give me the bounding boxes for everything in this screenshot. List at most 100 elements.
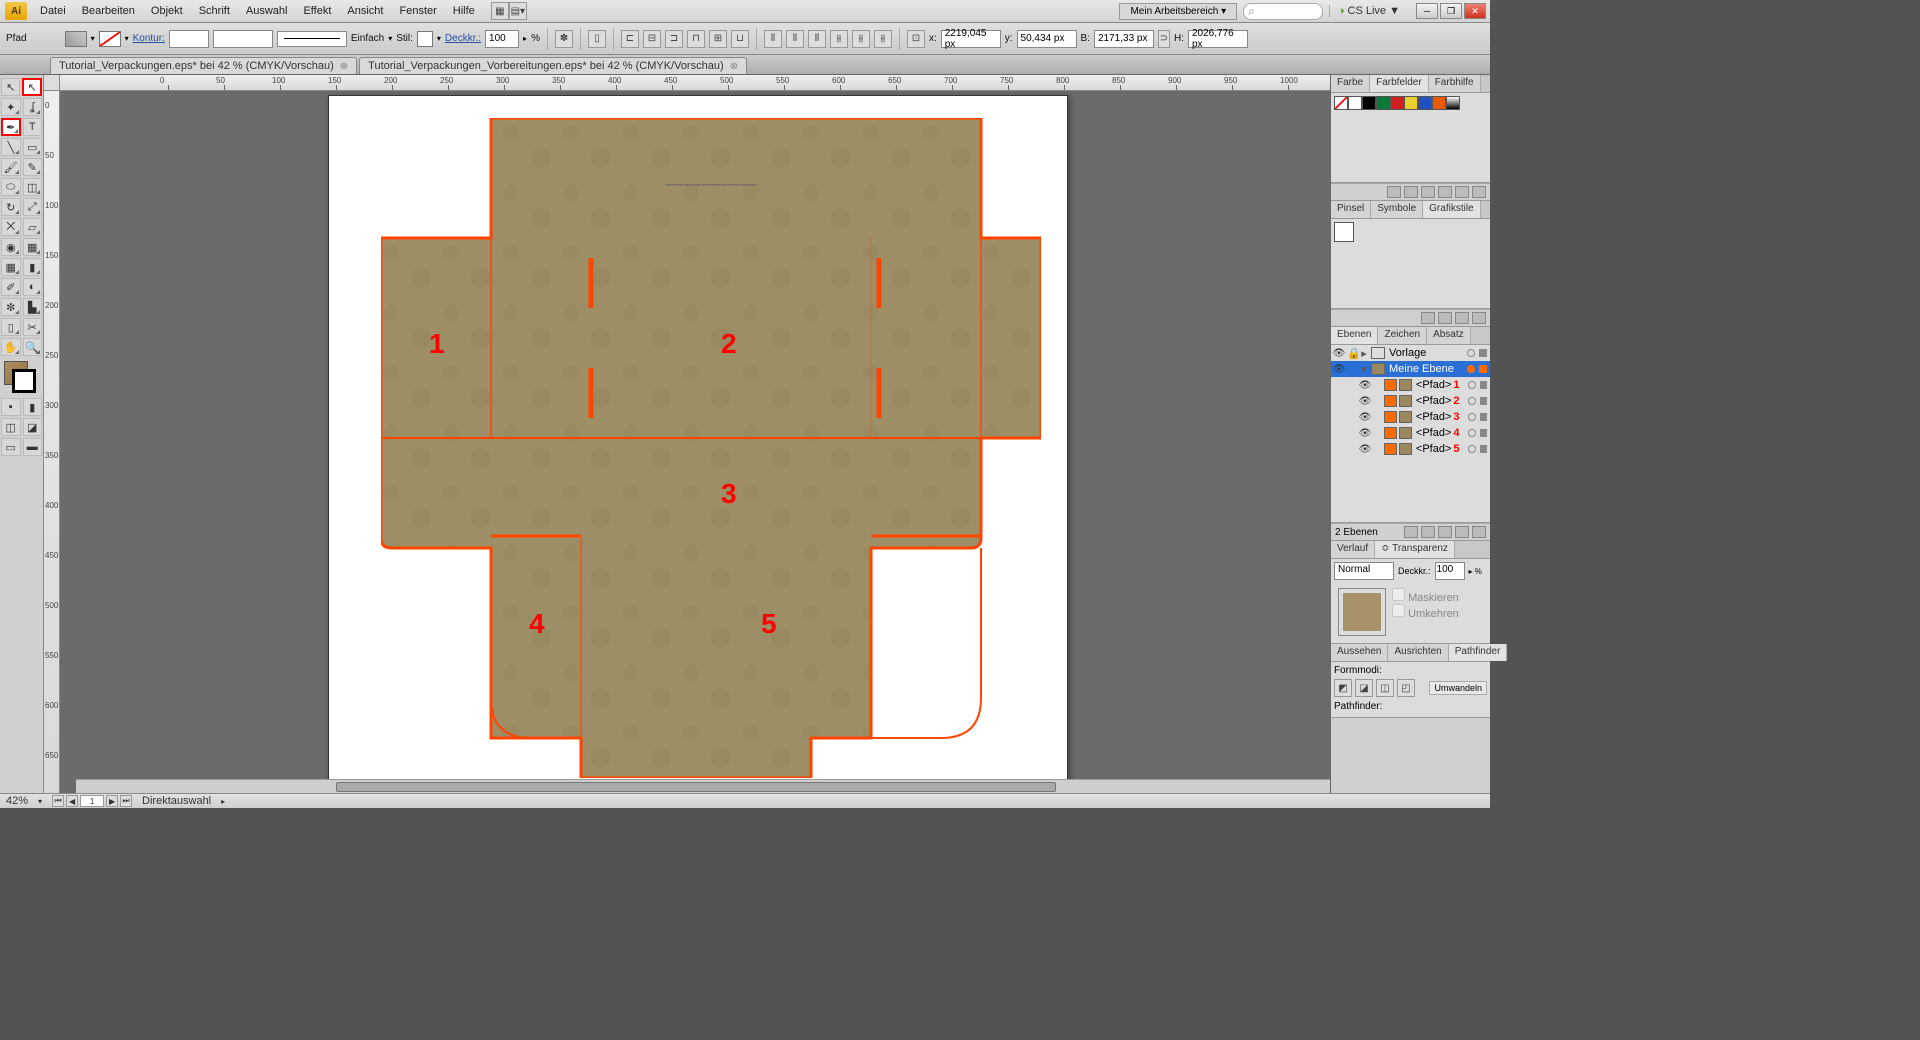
layer-path-5[interactable]: 👁<Pfad>5 xyxy=(1331,441,1490,457)
eyedropper-tool-icon[interactable]: ✐ xyxy=(1,278,21,296)
brush-def-field[interactable] xyxy=(213,30,273,48)
distribute-5-icon[interactable]: ⫵ xyxy=(852,30,870,48)
align-bottom-icon[interactable]: ⊔ xyxy=(731,30,749,48)
visibility-toggle-icon[interactable]: 👁 xyxy=(1333,363,1345,375)
screen-mode-2-icon[interactable]: ▬ xyxy=(23,438,43,456)
swatch-black[interactable] xyxy=(1362,96,1376,110)
paintbrush-tool-icon[interactable]: 🖌 xyxy=(1,158,21,176)
screen-mode-icon[interactable]: ▭ xyxy=(1,438,21,456)
swatch-opts-icon[interactable] xyxy=(1421,186,1435,198)
blend-tool-icon[interactable]: ◐ xyxy=(23,278,43,296)
window-restore-icon[interactable]: ❐ xyxy=(1440,3,1462,19)
menu-bearbeiten[interactable]: Bearbeiten xyxy=(74,2,143,20)
distribute-3-icon[interactable]: ⫴ xyxy=(808,30,826,48)
w-field[interactable]: 2171,33 px xyxy=(1094,30,1154,48)
new-sublayer-icon[interactable] xyxy=(1438,526,1452,538)
pencil-tool-icon[interactable]: ✎ xyxy=(23,158,43,176)
h-field[interactable]: 2026,776 px xyxy=(1188,30,1248,48)
distribute-4-icon[interactable]: ⫵ xyxy=(830,30,848,48)
next-artboard-icon[interactable]: ▶ xyxy=(106,795,118,807)
visibility-toggle-icon[interactable]: 👁 xyxy=(1359,443,1371,455)
gradient-tool-icon[interactable]: ▮ xyxy=(23,258,43,276)
align-vcenter-icon[interactable]: ⊞ xyxy=(709,30,727,48)
pf-exclude-icon[interactable]: ◰ xyxy=(1397,679,1415,697)
scale-tool-icon[interactable]: ⤢ xyxy=(23,198,43,216)
free-transform-tool-icon[interactable]: ▱ xyxy=(23,218,43,236)
swatch-lib-icon[interactable] xyxy=(1387,186,1401,198)
direct-selection-tool-icon[interactable]: ↖ xyxy=(22,78,42,96)
visibility-toggle-icon[interactable]: 👁 xyxy=(1359,395,1371,407)
visibility-toggle-icon[interactable]: 👁 xyxy=(1359,411,1371,423)
menu-effekt[interactable]: Effekt xyxy=(295,2,339,20)
recolor-icon[interactable]: ✽ xyxy=(555,30,573,48)
swatch-yellow[interactable] xyxy=(1404,96,1418,110)
vertical-ruler[interactable]: 050100150200250300350400450500550600650 xyxy=(44,91,60,793)
tab-symbole[interactable]: Symbole xyxy=(1371,201,1423,218)
selection-tool-icon[interactable]: ↖ xyxy=(1,78,20,96)
blend-mode-field[interactable]: Normal xyxy=(1334,562,1394,580)
tab-absatz[interactable]: Absatz xyxy=(1427,327,1471,344)
shape-builder-tool-icon[interactable]: ◉ xyxy=(1,238,21,256)
align-hcenter-icon[interactable]: ⊟ xyxy=(643,30,661,48)
swatch-green[interactable] xyxy=(1376,96,1390,110)
align-right-icon[interactable]: ⊐ xyxy=(665,30,683,48)
visibility-toggle-icon[interactable]: 👁 xyxy=(1359,379,1371,391)
tab-verlauf[interactable]: Verlauf xyxy=(1331,541,1375,558)
window-minimize-icon[interactable]: ─ xyxy=(1416,3,1438,19)
layer-vorlage[interactable]: 👁🔒▸ Vorlage xyxy=(1331,345,1490,361)
distribute-1-icon[interactable]: ⫴ xyxy=(764,30,782,48)
fill-swatch[interactable] xyxy=(65,31,87,47)
transform-ref-icon[interactable]: ⊡ xyxy=(907,30,925,48)
blob-brush-tool-icon[interactable]: ⬭ xyxy=(1,178,21,196)
swatch-group-icon[interactable] xyxy=(1438,186,1452,198)
style-trash-icon[interactable] xyxy=(1472,312,1486,324)
visibility-toggle-icon[interactable]: 👁 xyxy=(1333,347,1345,359)
tab-farbfelder[interactable]: Farbfelder xyxy=(1370,75,1429,92)
swatch-red[interactable] xyxy=(1390,96,1404,110)
doc-tab-1[interactable]: Tutorial_Verpackungen.eps* bei 42 % (CMY… xyxy=(50,57,357,74)
hand-tool-icon[interactable]: ✋ xyxy=(1,338,21,356)
tab-zeichen[interactable]: Zeichen xyxy=(1378,327,1427,344)
tab-aussehen[interactable]: Aussehen xyxy=(1331,644,1388,661)
horizontal-scrollbar[interactable] xyxy=(76,779,1330,793)
graph-tool-icon[interactable]: ▙ xyxy=(23,298,43,316)
pf-minus-icon[interactable]: ◪ xyxy=(1355,679,1373,697)
packaging-dieline[interactable]: ⸺⸺⸺⸺⸺ 1 2 3 4 5 xyxy=(381,118,1041,778)
perspective-tool-icon[interactable]: ▦ xyxy=(23,238,43,256)
workspace-switcher[interactable]: Mein Arbeitsbereich ▾ xyxy=(1119,3,1237,20)
menu-schrift[interactable]: Schrift xyxy=(191,2,238,20)
layer-path-2[interactable]: 👁<Pfad>2 xyxy=(1331,393,1490,409)
mesh-tool-icon[interactable]: ▦ xyxy=(1,258,21,276)
opacity-label[interactable]: Deckkr.: xyxy=(445,33,481,44)
tab-ebenen[interactable]: Ebenen xyxy=(1331,327,1378,344)
draw-normal-icon[interactable]: ◫ xyxy=(1,418,21,436)
swatch-orange[interactable] xyxy=(1432,96,1446,110)
clip-mask-icon[interactable] xyxy=(1421,526,1435,538)
distribute-6-icon[interactable]: ⫵ xyxy=(874,30,892,48)
pf-unite-icon[interactable]: ◩ xyxy=(1334,679,1352,697)
rotate-tool-icon[interactable]: ↻ xyxy=(1,198,21,216)
close-tab-icon[interactable]: ⊗ xyxy=(340,61,348,72)
tab-farbe[interactable]: Farbe xyxy=(1331,75,1370,92)
style-break-icon[interactable] xyxy=(1438,312,1452,324)
horizontal-ruler[interactable]: 0501001502002503003504004505005506006507… xyxy=(60,75,1330,91)
menu-ansicht[interactable]: Ansicht xyxy=(339,2,391,20)
gradient-mode-icon[interactable]: ▮ xyxy=(23,398,43,416)
style-swatch[interactable] xyxy=(417,31,433,47)
opacity-field[interactable]: 100 xyxy=(1435,562,1465,580)
stroke-profile[interactable] xyxy=(277,31,347,47)
layer-path-4[interactable]: 👁<Pfad>4 xyxy=(1331,425,1490,441)
visibility-toggle-icon[interactable]: 👁 xyxy=(1359,427,1371,439)
swatch-trash-icon[interactable] xyxy=(1472,186,1486,198)
distribute-2-icon[interactable]: ⫴ xyxy=(786,30,804,48)
transparency-thumb[interactable] xyxy=(1338,588,1386,636)
window-close-icon[interactable]: ✕ xyxy=(1464,3,1486,19)
rectangle-tool-icon[interactable]: ▭ xyxy=(23,138,43,156)
expand-button[interactable]: Umwandeln xyxy=(1429,681,1487,695)
swatch-gradient[interactable] xyxy=(1446,96,1460,110)
locate-icon[interactable] xyxy=(1404,526,1418,538)
menu-auswahl[interactable]: Auswahl xyxy=(238,2,296,20)
style-default[interactable] xyxy=(1334,222,1354,242)
align-icon[interactable]: ▯ xyxy=(588,30,606,48)
stroke-swatch[interactable] xyxy=(99,31,121,47)
